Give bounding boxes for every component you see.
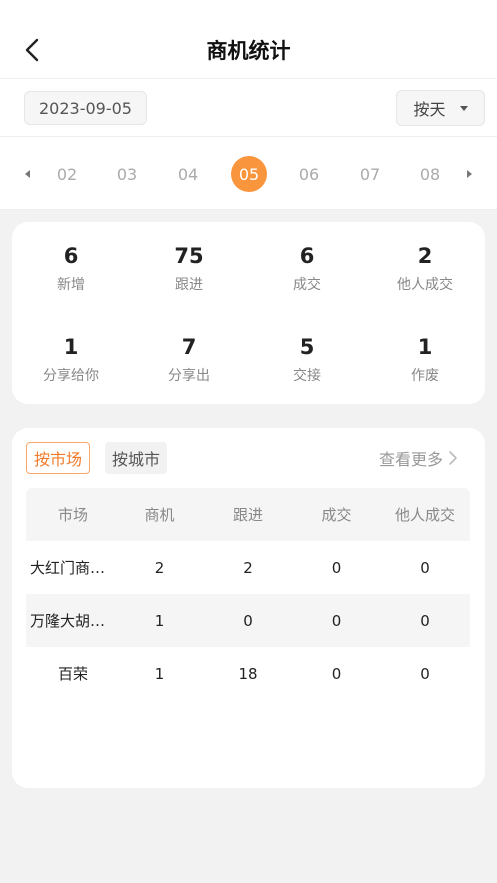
prev-arrow-icon[interactable] — [25, 170, 30, 178]
table-cell: 0 — [331, 611, 342, 630]
stat-value: 7 — [181, 335, 197, 359]
day-1[interactable]: 03 — [109, 156, 145, 192]
column-header: 成交 — [321, 506, 352, 524]
day-3[interactable]: 05 — [231, 156, 267, 192]
table-header: 市场 商机 跟进 成交 他人成交 — [26, 488, 470, 541]
day-6[interactable]: 08 — [412, 156, 448, 192]
date-picker[interactable]: 2023-09-05 — [24, 91, 147, 125]
table-cell: 2 — [154, 558, 165, 577]
stat-value: 6 — [63, 244, 79, 268]
stat-value: 75 — [174, 244, 204, 268]
table-cell: 0 — [420, 664, 430, 683]
table-cell: 0 — [243, 611, 253, 630]
stat-item[interactable]: 6 新增 — [12, 244, 130, 294]
stat-label: 成交 — [293, 277, 321, 293]
stat-value: 5 — [299, 335, 315, 359]
stat-value: 6 — [299, 244, 315, 268]
stat-value: 2 — [417, 244, 433, 268]
table-cell: 1 — [154, 611, 165, 630]
table-row[interactable]: 万隆大胡同市场 1 0 0 0 — [26, 594, 470, 647]
stat-item[interactable]: 1 分享给你 — [12, 335, 130, 385]
stats-card: 6 新增 75 跟进 6 成交 2 他人成交 1 分享给你 7 分享出 5 交接 1 作废 — [12, 222, 485, 404]
day-0[interactable]: 02 — [49, 156, 85, 192]
table-cell: 18 — [238, 664, 258, 683]
table-cell: 2 — [243, 558, 253, 577]
stat-item[interactable]: 5 交接 — [248, 335, 366, 385]
period-mode-select[interactable]: 按天 — [396, 90, 485, 126]
period-mode-label: 按天 — [413, 100, 446, 119]
day-selector: 02 03 04 05 06 07 08 — [0, 136, 497, 210]
table-cell: 0 — [331, 558, 342, 577]
column-header: 他人成交 — [394, 506, 455, 524]
table-cell: 0 — [420, 558, 430, 577]
stat-value: 1 — [417, 335, 433, 359]
stat-value: 1 — [63, 335, 79, 359]
stat-item[interactable]: 7 分享出 — [130, 335, 248, 385]
tab-by-market[interactable]: 按市场 — [26, 442, 91, 474]
back-button[interactable] — [20, 34, 44, 66]
stat-item[interactable]: 6 成交 — [248, 244, 366, 294]
chevron-right-icon — [449, 451, 457, 465]
day-5[interactable]: 07 — [352, 156, 388, 192]
column-header: 跟进 — [232, 506, 263, 524]
stat-label: 作废 — [411, 368, 439, 384]
stat-label: 分享给你 — [43, 368, 99, 384]
stat-label: 交接 — [293, 368, 321, 384]
next-arrow-icon[interactable] — [467, 170, 472, 178]
table-cell: 大红门商贸城 — [30, 559, 116, 577]
stat-item[interactable]: 2 他人成交 — [366, 244, 484, 294]
table-cell: 万隆大胡同市场 — [30, 612, 116, 630]
stat-item[interactable]: 75 跟进 — [130, 244, 248, 294]
day-2[interactable]: 04 — [170, 156, 206, 192]
stat-item[interactable]: 1 作废 — [366, 335, 484, 385]
table-row[interactable]: 大红门商贸城 2 2 0 0 — [26, 541, 470, 594]
column-header: 市场 — [57, 506, 88, 524]
market-table: 市场 商机 跟进 成交 他人成交大红门商贸城 2 2 0 0 万隆大胡同市场 1 0 0 0 百荣 1 18 0 0 — [26, 488, 470, 700]
stat-label: 新增 — [57, 277, 85, 293]
market-card: 按市场 按城市 查看更多 市场 商机 跟进 成交 他人成交 大红门商贸城 2 2 0 0 万隆大胡同… — [12, 428, 485, 788]
table-cell: 0 — [331, 664, 342, 683]
view-more-link[interactable]: 查看更多 — [379, 446, 457, 470]
top-bar: 商机统计 — [0, 0, 497, 78]
stat-label: 分享出 — [168, 368, 210, 384]
table-cell: 百荣 — [57, 665, 88, 683]
view-more-label: 查看更多 — [379, 450, 444, 469]
caret-down-icon — [459, 105, 468, 111]
filter-bar: 2023-09-05 按天 — [0, 78, 497, 136]
day-4[interactable]: 06 — [291, 156, 327, 192]
table-row[interactable]: 百荣 1 18 0 0 — [26, 647, 470, 700]
stat-label: 他人成交 — [397, 277, 453, 293]
stat-label: 跟进 — [175, 277, 203, 293]
table-cell: 0 — [420, 611, 430, 630]
column-header: 商机 — [144, 506, 175, 524]
tab-by-city[interactable]: 按城市 — [105, 442, 168, 474]
chevron-left-icon — [25, 38, 39, 62]
table-cell: 1 — [154, 664, 165, 683]
page-title: 商机统计 — [206, 39, 291, 63]
